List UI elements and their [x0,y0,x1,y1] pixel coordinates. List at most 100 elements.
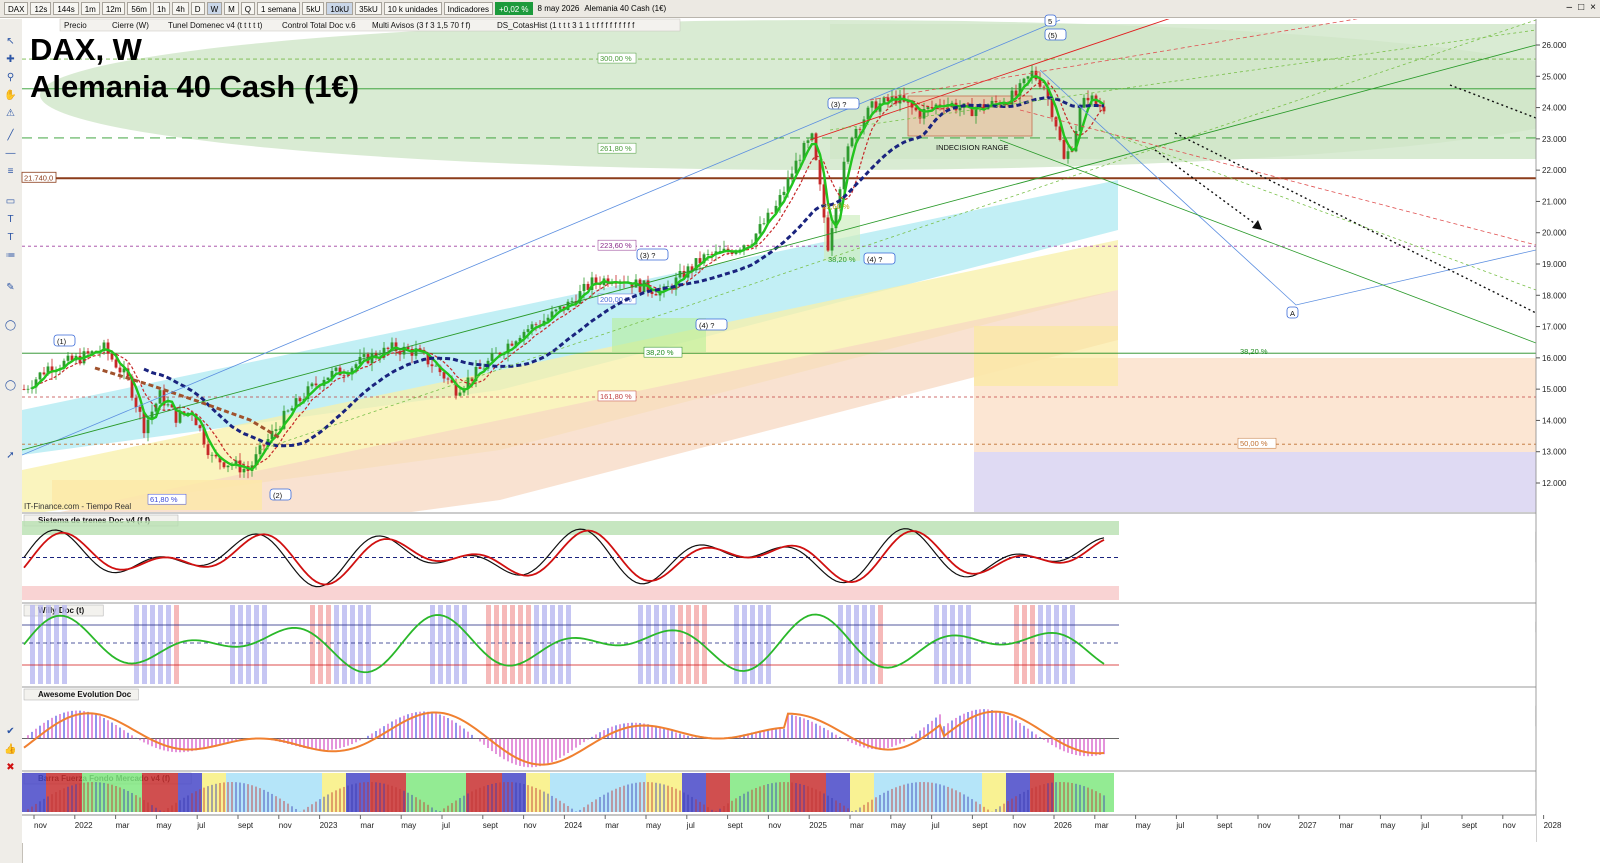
force-block [22,773,34,812]
time-tick-label: nov [34,821,47,830]
annotation: INDECISION RANGE [936,143,1009,152]
price-tick-label: 23.000 [1542,135,1567,144]
time-tick-label: 2028 [1544,821,1562,830]
price-tick-label: 13.000 [1542,448,1567,457]
candle [38,372,42,380]
candle [1022,78,1026,84]
willy-bar [526,605,531,684]
willy-bar [862,605,867,684]
candle [1066,151,1070,159]
candle [770,212,774,214]
indicator-tunel[interactable]: Tunel Domenec v4 (t t t t t) [168,21,263,30]
time-tick-label: may [891,821,906,830]
candle [86,351,90,354]
time-tick-label: sept [1462,821,1478,830]
candle [974,109,978,117]
force-block [430,773,442,812]
willy-bar [1030,605,1035,684]
wave-label: (1) [57,337,67,346]
willy-bar [758,605,763,684]
willy-bar [750,605,755,684]
candle [26,388,30,390]
candle [314,383,318,386]
time-tick-label: jul [1420,821,1429,830]
price-tick-label: 20.000 [1542,229,1567,238]
candle [558,306,562,310]
chart-title-name: Alemania 40 Cash (1€) [30,69,359,104]
willy-bar [686,605,691,684]
indicator-control-total[interactable]: Control Total Doc v.6 [282,21,356,30]
willy-bar [502,605,507,684]
willy-bar [1062,605,1067,684]
willy-bar [38,605,43,684]
candle [398,351,402,355]
candle [430,364,434,367]
force-block [706,773,718,812]
willy-bar [1070,605,1075,684]
indicator-precio[interactable]: Precio [64,21,87,30]
time-tick-label: jul [196,821,205,830]
fib-label-right: 38,20 % [1240,347,1268,356]
candle [434,365,438,367]
indicator-bar: Precio Cierre (W) Tunel Domenec v4 (t t … [59,18,681,32]
candle [554,309,558,312]
time-tick-label: sept [483,821,499,830]
willy-bar [734,605,739,684]
candle [118,367,122,373]
time-tick-label: may [1380,821,1395,830]
candle [66,355,70,361]
willy-bar [334,605,339,684]
time-tick-label: may [156,821,171,830]
panel-title: Willy Doc (t) [38,606,84,615]
willy-bar [462,605,467,684]
indicator-multi-avisos[interactable]: Multi Avisos (3 f 3 1,5 70 f f) [372,21,471,30]
willy-bar [678,605,683,684]
force-block [298,773,310,812]
candle [846,146,850,162]
candle [798,159,802,161]
candle [534,324,538,326]
candle [442,372,446,379]
price-tick-label: 26.000 [1542,41,1567,50]
time-tick-label: nov [1503,821,1516,830]
indicator-cierre[interactable]: Cierre (W) [112,21,149,30]
price-tick-label: 19.000 [1542,260,1567,269]
wave-label: (4) ? [699,321,714,330]
fib-label: 300,00 % [600,54,632,63]
willy-bar [510,605,515,684]
wave-label: (3) ? [831,100,846,109]
force-block [850,773,862,812]
candle [886,97,890,102]
candle [222,462,226,468]
willy-bar [638,605,643,684]
candle [1082,97,1086,108]
willy-bar [958,605,963,684]
time-tick-label: jul [1175,821,1184,830]
time-tick-label: 2023 [320,821,338,830]
candle [1026,76,1030,79]
candle [298,398,302,402]
willy-bar [878,605,883,684]
time-tick-label: may [401,821,416,830]
candle [526,329,530,332]
willy-bar [966,605,971,684]
willy-bar [942,605,947,684]
time-tick-label: mar [850,821,864,830]
candle [446,378,450,380]
fib-label: 261,80 % [600,144,632,153]
candle [286,410,290,412]
time-tick-label: 2027 [1299,821,1317,830]
candle [42,372,46,375]
candle [782,191,786,196]
indicator-ds-cotashist[interactable]: DS_CotasHist (1 t t t 3 1 1 t f f f f f … [497,21,635,30]
fib-box [612,318,706,352]
candle [762,223,766,225]
candle [842,161,846,190]
fib-label: 61,80 % [150,495,178,504]
time-tick-label: nov [524,821,537,830]
candle [386,347,390,349]
candle [806,140,810,143]
chart-area[interactable]: 21.740,0300,00 %261,80 %223,60 %200,00 %… [0,0,1600,863]
candle [134,397,138,407]
willy-bar [646,605,651,684]
